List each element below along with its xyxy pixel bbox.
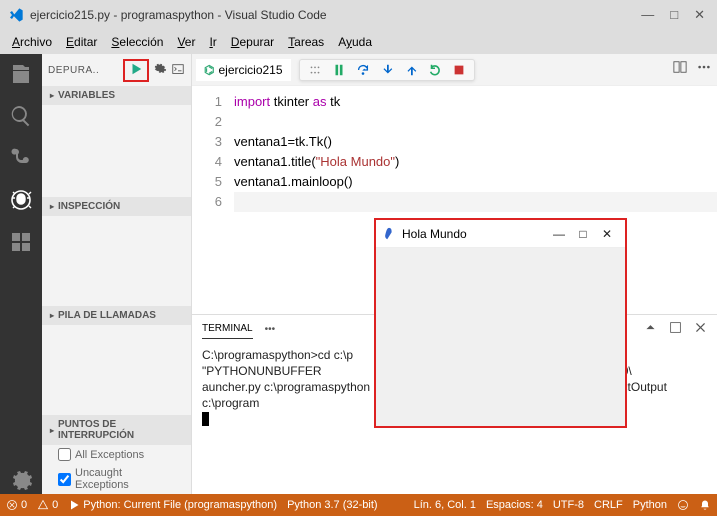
bp-uncaught-exceptions-checkbox[interactable] [58,473,71,486]
menu-ir[interactable]: Ir [203,33,222,51]
section-breakpoints[interactable]: PUNTOS DE INTERRUPCIÓN [42,415,191,445]
more-actions-icon[interactable] [697,60,711,79]
tk-close-button[interactable]: ✕ [595,227,619,241]
status-cursor-pos[interactable]: Lín. 6, Col. 1 [414,499,476,511]
tk-feather-icon [382,227,396,241]
bp-uncaught-exceptions[interactable]: Uncaught Exceptions [42,464,191,494]
split-editor-icon[interactable] [673,60,687,79]
debug-stop-button[interactable] [452,63,466,77]
tkinter-title: Hola Mundo [402,227,547,241]
terminal-cursor [202,412,209,426]
activity-explorer-icon[interactable] [9,62,33,86]
tab-bar: ⌬ ejercicio215 [192,54,717,86]
debug-step-over-button[interactable] [356,63,370,77]
activity-debug-icon[interactable] [9,188,33,212]
vscode-logo-icon [8,7,24,23]
debug-pause-button[interactable] [332,63,346,77]
debug-step-into-button[interactable] [380,63,394,77]
activity-search-icon[interactable] [9,104,33,128]
terminal-tab[interactable]: TERMINAL [202,319,253,339]
activity-settings-icon[interactable] [9,470,33,494]
status-bell-icon[interactable] [699,499,711,511]
line-gutter: 123456 [192,92,234,314]
window-close-button[interactable]: ✕ [694,7,705,23]
window-maximize-button[interactable]: □ [670,7,678,23]
status-encoding[interactable]: UTF-8 [553,499,584,511]
status-spaces[interactable]: Espacios: 4 [486,499,543,511]
panel-maximize-icon[interactable] [669,321,682,337]
activity-extensions-icon[interactable] [9,230,33,254]
tkinter-titlebar: Hola Mundo — □ ✕ [376,220,625,248]
window-title: ejercicio215.py - programaspython - Visu… [30,8,641,22]
menu-seleccion[interactable]: Selección [105,33,169,51]
status-bar: 0 0 Python: Current File (programaspytho… [0,494,717,516]
section-pila[interactable]: PILA DE LLAMADAS [42,306,191,325]
status-language[interactable]: Python [633,499,667,511]
status-launch-config[interactable]: Python: Current File (programaspython) [68,499,277,511]
activity-bar [0,54,42,494]
debug-restart-button[interactable] [428,63,442,77]
tab-label: ejercicio215 [218,63,282,77]
panel-more-icon[interactable]: ••• [265,320,276,339]
window-minimize-button[interactable]: — [641,7,654,23]
status-eol[interactable]: CRLF [594,499,623,511]
status-errors[interactable]: 0 [6,499,27,511]
python-file-icon: ⌬ [204,63,214,77]
window-titlebar: ejercicio215.py - programaspython - Visu… [0,0,717,30]
menu-bar: Archivo Editar Selección Ver Ir Depurar … [0,30,717,54]
panel-close-icon[interactable] [694,321,707,337]
menu-depurar[interactable]: Depurar [225,33,280,51]
sidebar-title: DEPURA.. [48,65,119,76]
debug-drag-handle-icon[interactable] [308,63,322,77]
menu-editar[interactable]: Editar [60,33,103,51]
status-feedback-icon[interactable] [677,499,689,511]
debug-toolbar [299,59,475,81]
start-debug-button[interactable] [123,59,149,82]
tkinter-window: Hola Mundo — □ ✕ [374,218,627,428]
debug-console-icon[interactable] [171,62,185,79]
debug-config-icon[interactable] [153,62,167,79]
tab-ejercicio215[interactable]: ⌬ ejercicio215 [196,59,291,81]
tk-minimize-button[interactable]: — [547,227,571,241]
tk-maximize-button[interactable]: □ [571,227,595,241]
bp-all-exceptions-checkbox[interactable] [58,448,71,461]
menu-archivo[interactable]: Archivo [6,33,58,51]
menu-ayuda[interactable]: Ayuda [332,33,378,51]
section-inspeccion[interactable]: INSPECCIÓN [42,197,191,216]
menu-ver[interactable]: Ver [171,33,201,51]
panel-up-icon[interactable] [644,321,657,337]
tkinter-body [376,248,625,426]
section-variables[interactable]: VARIABLES [42,86,191,105]
status-warnings[interactable]: 0 [37,499,58,511]
status-interpreter[interactable]: Python 3.7 (32-bit) [287,499,378,511]
debug-step-out-button[interactable] [404,63,418,77]
menu-tareas[interactable]: Tareas [282,33,330,51]
debug-sidebar: DEPURA.. VARIABLES INSPECCIÓN PILA DE LL… [42,54,192,494]
bp-all-exceptions[interactable]: All Exceptions [42,445,191,464]
activity-scm-icon[interactable] [9,146,33,170]
